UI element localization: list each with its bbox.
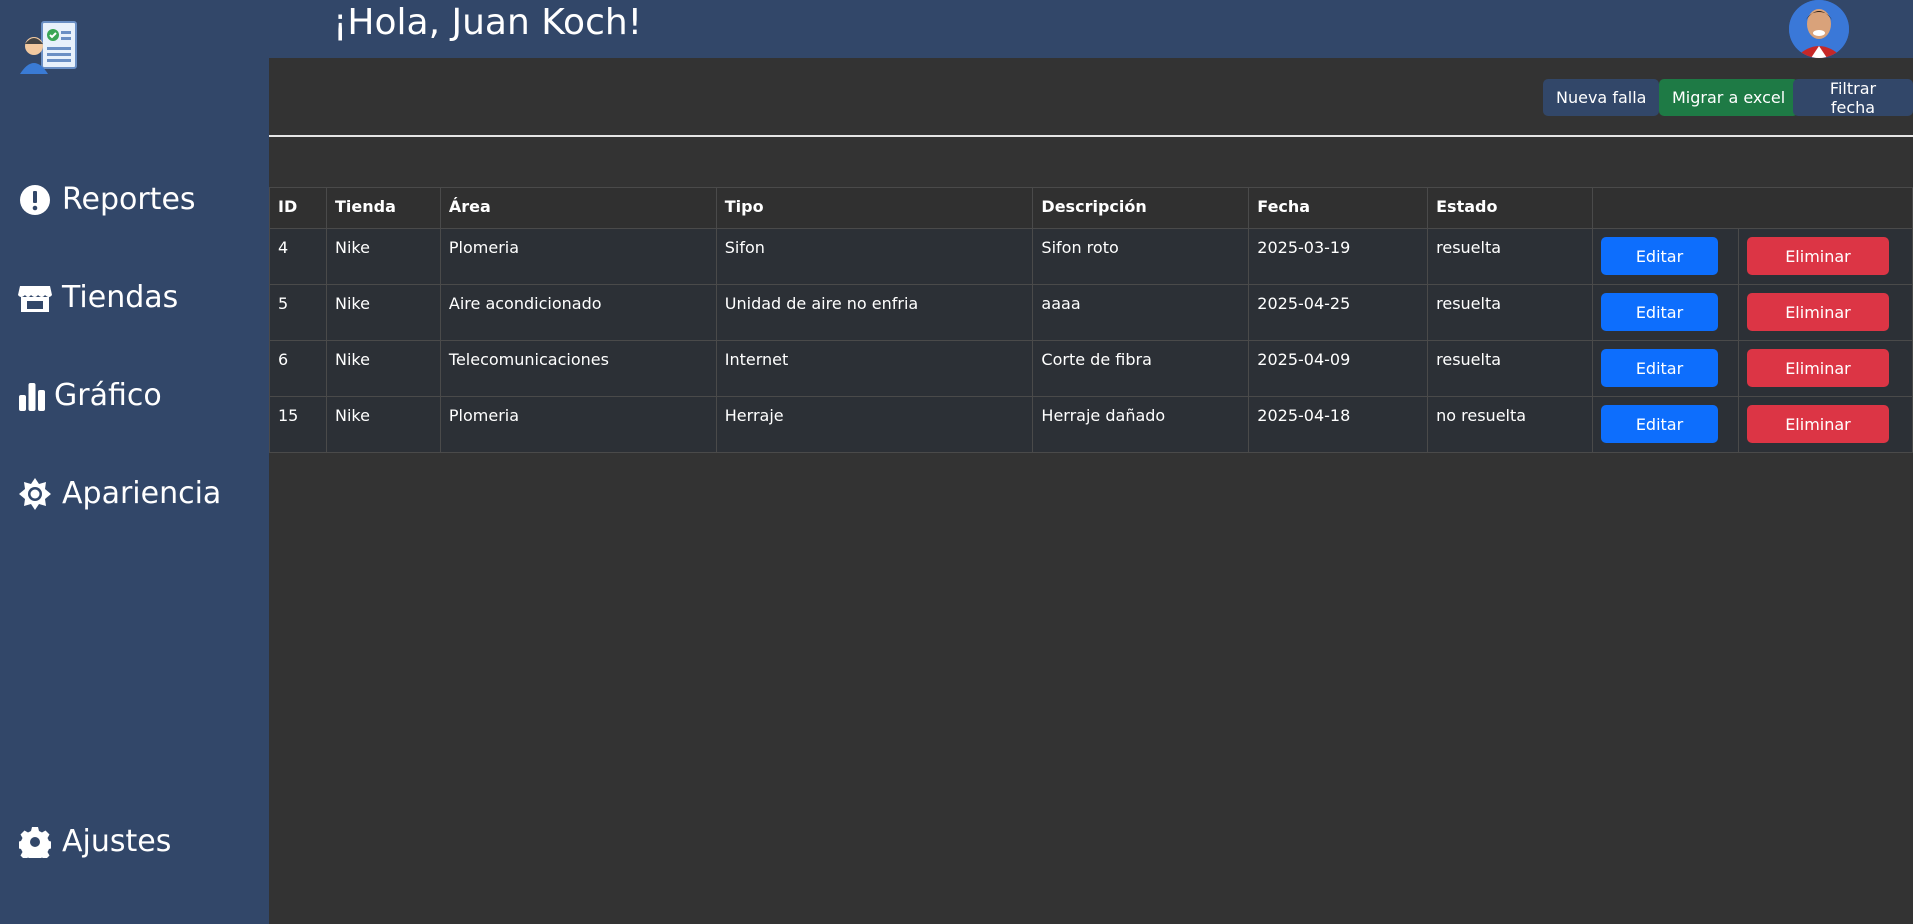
cell-delete: Eliminar: [1737, 228, 1913, 285]
column-header-tipo[interactable]: Tipo: [715, 187, 1034, 229]
cell-id: 15: [269, 396, 327, 453]
table-row: 15 Nike Plomeria Herraje Herraje dañado …: [269, 396, 1913, 453]
sidebar-item-apariencia[interactable]: Apariencia: [18, 476, 221, 511]
cell-area: Plomeria: [439, 396, 717, 453]
table-header-row: ID Tienda Área Tipo Descripción Fecha Es…: [269, 187, 1913, 229]
cell-estado: resuelta: [1427, 228, 1593, 285]
delete-button[interactable]: Eliminar: [1746, 405, 1889, 443]
cell-fecha: 2025-03-19: [1248, 228, 1429, 285]
cell-id: 4: [269, 228, 327, 285]
column-header-id[interactable]: ID: [269, 187, 327, 229]
delete-button[interactable]: Eliminar: [1746, 293, 1889, 331]
cell-tipo: Unidad de aire no enfria: [715, 284, 1034, 341]
cell-tienda: Nike: [325, 284, 441, 341]
divider: [269, 135, 1913, 137]
cell-delete: Eliminar: [1737, 340, 1913, 397]
sidebar-item-label: Gráfico: [54, 378, 162, 413]
edit-button[interactable]: Editar: [1601, 293, 1718, 331]
filter-date-button[interactable]: Filtrar fecha: [1793, 79, 1913, 117]
table-row: 4 Nike Plomeria Sifon Sifon roto 2025-03…: [269, 228, 1913, 285]
sidebar-item-label: Apariencia: [62, 476, 222, 511]
sidebar-item-label: Ajustes: [62, 824, 172, 859]
cell-tipo: Sifon: [715, 228, 1034, 285]
cell-delete: Eliminar: [1737, 396, 1913, 453]
sidebar-item-label: Reportes: [62, 182, 196, 217]
cell-descripcion: Corte de fibra: [1032, 340, 1250, 397]
cell-fecha: 2025-04-09: [1248, 340, 1429, 397]
avatar[interactable]: [1789, 0, 1849, 58]
delete-button[interactable]: Eliminar: [1746, 349, 1889, 387]
cell-delete: Eliminar: [1737, 284, 1913, 341]
column-header-fecha[interactable]: Fecha: [1248, 187, 1429, 229]
cell-fecha: 2025-04-18: [1248, 396, 1429, 453]
column-header-descripcion[interactable]: Descripción: [1032, 187, 1250, 229]
cell-edit: Editar: [1592, 340, 1739, 397]
cell-area: Telecomunicaciones: [439, 340, 717, 397]
sidebar-item-tiendas[interactable]: Tiendas: [18, 280, 178, 315]
cell-id: 6: [269, 340, 327, 397]
cell-descripcion: Herraje dañado: [1032, 396, 1250, 453]
cell-tienda: Nike: [325, 396, 441, 453]
export-excel-button[interactable]: Migrar a excel: [1659, 79, 1799, 116]
cell-estado: resuelta: [1427, 284, 1593, 341]
cell-tipo: Internet: [715, 340, 1034, 397]
cell-edit: Editar: [1592, 284, 1739, 341]
cell-tienda: Nike: [325, 228, 441, 285]
exclamation-circle-icon: [18, 183, 52, 217]
sidebar-item-label: Tiendas: [62, 280, 179, 315]
app-logo: [20, 20, 78, 76]
sun-gear-icon: [18, 477, 52, 511]
cell-descripcion: Sifon roto: [1032, 228, 1250, 285]
edit-button[interactable]: Editar: [1601, 237, 1718, 275]
cell-id: 5: [269, 284, 327, 341]
column-header-area[interactable]: Área: [439, 187, 717, 229]
sidebar-item-ajustes[interactable]: Ajustes: [18, 824, 171, 859]
column-header-estado[interactable]: Estado: [1427, 187, 1593, 229]
sidebar-item-reportes[interactable]: Reportes: [18, 182, 196, 217]
store-icon: [18, 281, 52, 315]
cell-estado: resuelta: [1427, 340, 1593, 397]
gear-icon: [18, 825, 52, 859]
cell-edit: Editar: [1592, 228, 1739, 285]
table-row: 6 Nike Telecomunicaciones Internet Corte…: [269, 340, 1913, 397]
cell-descripcion: aaaa: [1032, 284, 1250, 341]
page-title: ¡Hola, Juan Koch!: [333, 2, 643, 43]
edit-button[interactable]: Editar: [1601, 349, 1718, 387]
cell-fecha: 2025-04-25: [1248, 284, 1429, 341]
table-row: 5 Nike Aire acondicionado Unidad de aire…: [269, 284, 1913, 341]
cell-tipo: Herraje: [715, 396, 1034, 453]
column-header-actions: [1592, 187, 1913, 229]
cell-tienda: Nike: [325, 340, 441, 397]
cell-edit: Editar: [1592, 396, 1739, 453]
top-header: ¡Hola, Juan Koch!: [269, 0, 1913, 58]
cell-area: Plomeria: [439, 228, 717, 285]
edit-button[interactable]: Editar: [1601, 405, 1718, 443]
reports-table: ID Tienda Área Tipo Descripción Fecha Es…: [269, 187, 1913, 453]
bar-chart-icon: [18, 379, 46, 413]
sidebar-item-grafico[interactable]: Gráfico: [18, 378, 162, 413]
cell-area: Aire acondicionado: [439, 284, 717, 341]
new-fault-button[interactable]: Nueva falla: [1543, 79, 1660, 116]
delete-button[interactable]: Eliminar: [1746, 237, 1889, 275]
sidebar: Reportes Tiendas Gráfico Apariencia Ajus…: [0, 0, 269, 924]
cell-estado: no resuelta: [1427, 396, 1593, 453]
column-header-tienda[interactable]: Tienda: [325, 187, 441, 229]
